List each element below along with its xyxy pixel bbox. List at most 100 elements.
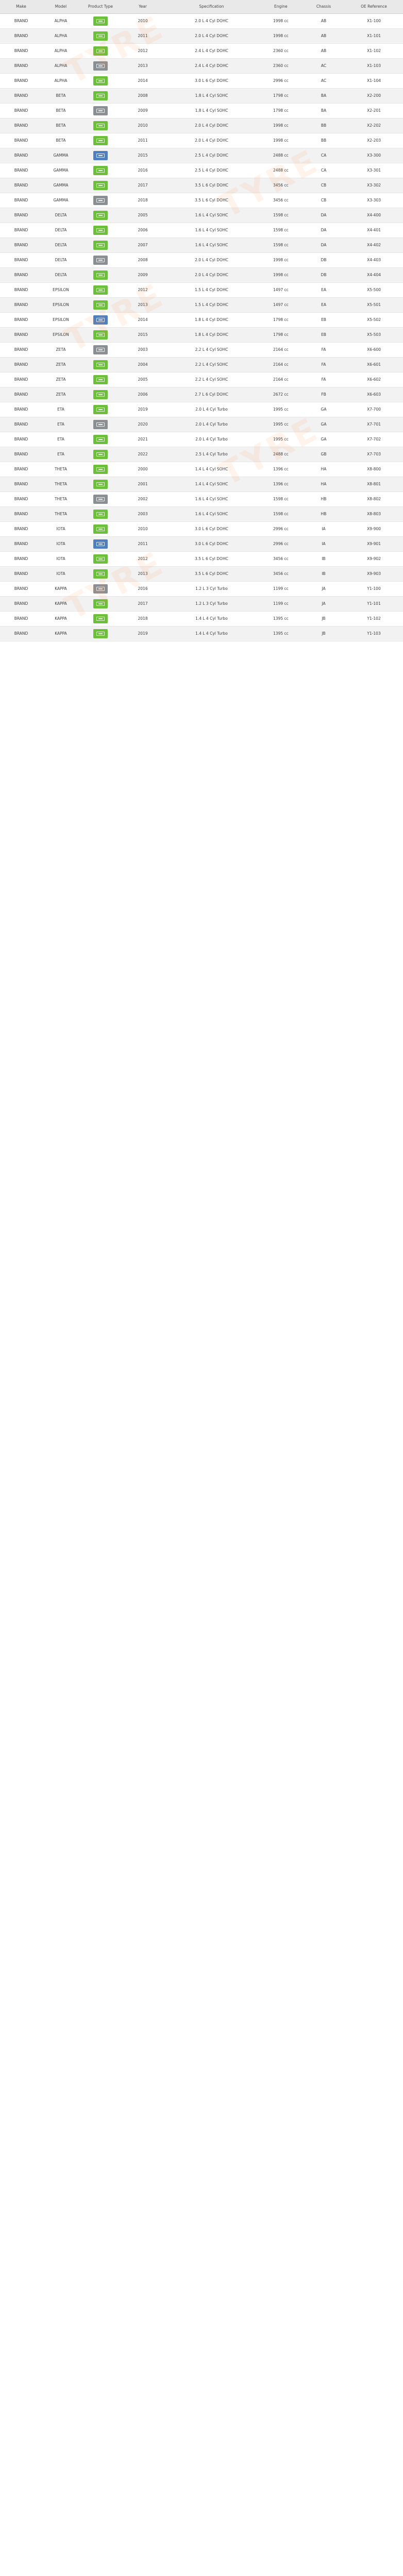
product-badge-icon[interactable] [93,599,108,608]
table-row[interactable]: BRAND EPSILON 2015 1.8 L 4 Cyl DOHC 1798 cc E… [0,327,403,343]
table-row[interactable]: BRAND ETA 2021 2.0 L 4 Cyl Turbo 1995 cc GA X7… [0,432,403,447]
product-badge-icon[interactable] [93,494,108,504]
product-badge-icon[interactable] [93,524,108,534]
table-row[interactable]: BRAND ETA 2022 2.5 L 4 Cyl Turbo 2488 cc GB X7… [0,447,403,462]
product-badge-icon[interactable] [93,404,108,414]
product-badge-icon[interactable] [93,270,108,280]
product-badge-icon[interactable] [93,91,108,100]
table-row[interactable]: BRAND KAPPA 2017 1.2 L 3 Cyl Turbo 1199 cc JA… [0,596,403,612]
cell-model: DELTA [42,252,79,268]
product-badge-icon[interactable] [93,419,108,429]
cell-make: BRAND [0,148,43,163]
product-badge-icon[interactable] [93,285,108,295]
tyre-glyph-icon [96,243,105,247]
table-row[interactable]: BRAND IOTA 2011 3.0 L 6 Cyl DOHC 2996 cc IA X9… [0,536,403,552]
product-badge-icon[interactable] [93,300,108,310]
table-row[interactable]: BRAND EPSILON 2012 1.5 L 4 Cyl DOHC 1497 cc E… [0,282,403,298]
product-badge-icon[interactable] [93,375,108,384]
cell-specification: 3.5 L 6 Cyl DOHC [164,551,259,567]
column-header-model: Model [42,0,79,14]
product-badge-icon[interactable] [93,121,108,130]
table-row[interactable]: BRAND DELTA 2005 1.6 L 4 Cyl SOHC 1598 cc DA X… [0,208,403,223]
product-badge-icon[interactable] [93,539,108,549]
product-badge-icon[interactable] [93,389,108,399]
table-row[interactable]: BRAND IOTA 2010 3.0 L 6 Cyl DOHC 2996 cc IA X9… [0,521,403,537]
product-badge-icon[interactable] [93,569,108,579]
table-row[interactable]: BRAND IOTA 2012 3.5 L 6 Cyl DOHC 3456 cc IB X9… [0,551,403,567]
cell-specification: 2.4 L 4 Cyl DOHC [164,58,259,74]
table-row[interactable]: BRAND DELTA 2008 2.0 L 4 Cyl DOHC 1998 cc DB X… [0,252,403,268]
product-badge-icon[interactable] [93,135,108,145]
table-row[interactable]: BRAND GAMMA 2015 2.5 L 4 Cyl DOHC 2488 cc CA X… [0,148,403,163]
product-badge-icon[interactable] [93,464,108,474]
cell-make: BRAND [0,133,43,148]
product-badge-icon[interactable] [93,345,108,354]
table-row[interactable]: BRAND ALPHA 2010 2.0 L 4 Cyl DOHC 1998 cc AB X… [0,13,403,29]
product-badge-icon[interactable] [93,479,108,489]
tyre-glyph-icon [96,437,105,442]
tyre-glyph-icon [96,631,105,636]
table-row[interactable]: BRAND ZETA 2004 2.2 L 4 Cyl SOHC 2164 cc FA X6… [0,357,403,372]
table-row[interactable]: BRAND DELTA 2009 2.0 L 4 Cyl DOHC 1998 cc DB X… [0,267,403,283]
table-row[interactable]: BRAND ZETA 2006 2.7 L 6 Cyl DOHC 2672 cc FB X6… [0,387,403,402]
cell-make: BRAND [0,417,43,432]
tyre-glyph-icon [96,586,105,591]
product-badge-icon[interactable] [93,255,108,265]
table-row[interactable]: BRAND KAPPA 2016 1.2 L 3 Cyl Turbo 1199 cc JA… [0,581,403,597]
product-badge-icon[interactable] [93,330,108,340]
table-row[interactable]: BRAND BETA 2010 2.0 L 4 Cyl DOHC 1998 cc BB X2… [0,118,403,133]
cell-product-type [79,462,122,477]
table-row[interactable]: BRAND KAPPA 2019 1.4 L 4 Cyl Turbo 1395 cc JB… [0,626,403,641]
product-badge-icon[interactable] [93,165,108,175]
table-row[interactable]: BRAND ZETA 2003 2.2 L 4 Cyl SOHC 2164 cc FA X6… [0,342,403,358]
table-row[interactable]: BRAND BETA 2009 1.8 L 4 Cyl SOHC 1798 cc BA X2… [0,103,403,118]
table-row[interactable]: BRAND DELTA 2007 1.6 L 4 Cyl SOHC 1598 cc DA X… [0,238,403,253]
product-badge-icon[interactable] [93,210,108,220]
product-badge-icon[interactable] [93,225,108,235]
product-badge-icon[interactable] [93,150,108,160]
product-badge-icon[interactable] [93,360,108,369]
product-badge-icon[interactable] [93,106,108,115]
product-badge-icon[interactable] [93,509,108,519]
product-badge-icon[interactable] [93,61,108,71]
product-badge-icon[interactable] [93,554,108,564]
cell-engine: 1396 cc [259,462,303,477]
table-row[interactable]: BRAND ETA 2019 2.0 L 4 Cyl Turbo 1995 cc GA X7… [0,402,403,417]
table-row[interactable]: BRAND IOTA 2013 3.5 L 6 Cyl DOHC 3456 cc IB X9… [0,566,403,582]
product-badge-icon[interactable] [93,16,108,26]
product-badge-icon[interactable] [93,31,108,41]
table-row[interactable]: BRAND THETA 2001 1.4 L 4 Cyl SOHC 1396 cc HA X… [0,477,403,492]
table-row[interactable]: BRAND THETA 2002 1.6 L 4 Cyl SOHC 1598 cc HB X… [0,492,403,507]
table-row[interactable]: BRAND ALPHA 2012 2.4 L 4 Cyl DOHC 2360 cc AB X… [0,43,403,59]
table-row[interactable]: BRAND ZETA 2005 2.2 L 4 Cyl SOHC 2164 cc FA X6… [0,372,403,387]
product-badge-icon[interactable] [93,46,108,56]
table-row[interactable]: BRAND KAPPA 2018 1.4 L 4 Cyl Turbo 1395 cc JB… [0,611,403,626]
product-badge-icon[interactable] [93,629,108,638]
tyre-glyph-icon [96,571,105,576]
table-row[interactable]: BRAND BETA 2011 2.0 L 4 Cyl DOHC 1998 cc BB X2… [0,133,403,148]
product-badge-icon[interactable] [93,195,108,205]
table-row[interactable]: BRAND ALPHA 2011 2.0 L 4 Cyl DOHC 1998 cc AB X… [0,28,403,44]
table-row[interactable]: BRAND ALPHA 2014 3.0 L 6 Cyl DOHC 2996 cc AC X… [0,73,403,89]
table-row[interactable]: BRAND EPSILON 2013 1.5 L 4 Cyl DOHC 1497 cc E… [0,297,403,313]
cell-year: 2013 [122,566,164,582]
product-badge-icon[interactable] [93,315,108,325]
product-badge-icon[interactable] [93,614,108,623]
product-badge-icon[interactable] [93,434,108,444]
tyre-glyph-icon [96,168,105,173]
table-row[interactable]: BRAND THETA 2000 1.4 L 4 Cyl SOHC 1396 cc HA X… [0,462,403,477]
table-row[interactable]: BRAND THETA 2003 1.6 L 4 Cyl SOHC 1598 cc HB X… [0,506,403,522]
product-badge-icon[interactable] [93,180,108,190]
table-row[interactable]: BRAND ALPHA 2013 2.4 L 4 Cyl DOHC 2360 cc AC X… [0,58,403,74]
table-row[interactable]: BRAND DELTA 2006 1.6 L 4 Cyl SOHC 1598 cc DA X… [0,223,403,238]
table-row[interactable]: BRAND ETA 2020 2.0 L 4 Cyl Turbo 1995 cc GA X7… [0,417,403,432]
table-row[interactable]: BRAND GAMMA 2016 2.5 L 4 Cyl DOHC 2488 cc CA X… [0,163,403,178]
product-badge-icon[interactable] [93,240,108,250]
table-row[interactable]: BRAND EPSILON 2014 1.8 L 4 Cyl DOHC 1798 cc E… [0,312,403,328]
table-row[interactable]: BRAND GAMMA 2017 3.5 L 6 Cyl DOHC 3456 cc CB X… [0,178,403,193]
table-row[interactable]: BRAND BETA 2008 1.8 L 4 Cyl SOHC 1798 cc BA X2… [0,88,403,104]
table-row[interactable]: BRAND GAMMA 2018 3.5 L 6 Cyl DOHC 3456 cc CB X… [0,193,403,208]
product-badge-icon[interactable] [93,76,108,86]
product-badge-icon[interactable] [93,449,108,459]
product-badge-icon[interactable] [93,584,108,594]
